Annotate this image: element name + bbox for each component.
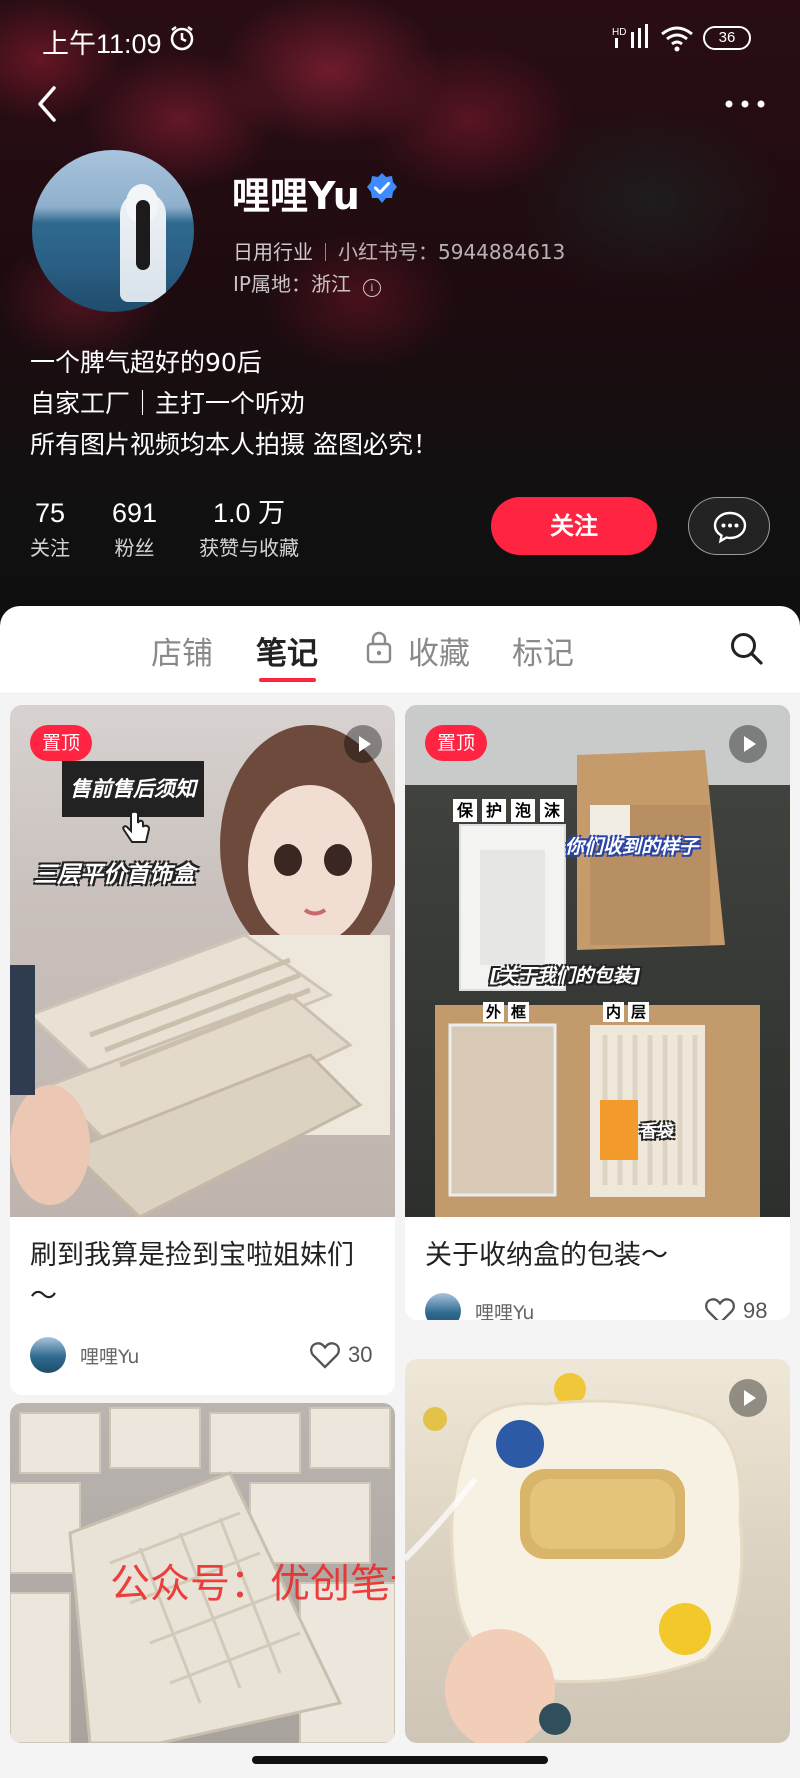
ip-value: 浙江 [310,272,351,296]
status-time: 上午11:09 [42,29,162,59]
more-icon[interactable] [722,92,768,116]
profile-header: 上午11:09 HD 36 哩哩Yu 日用行业 小红书号：5944884613 … [0,0,800,640]
label-char: 保 [453,799,478,822]
hand-cursor-icon [122,811,151,843]
note-cover-image[interactable]: 售前售后须知 三层平价首饰盒 置顶 [10,705,395,1217]
author-name[interactable]: 哩哩Yu [80,1342,139,1369]
back-icon[interactable] [30,82,66,126]
info-icon[interactable]: i [362,279,381,297]
tab-notes[interactable]: 笔记 [256,628,318,673]
stat-number: 1.0 万 [213,498,286,528]
note-card[interactable] [405,1359,790,1743]
note-overlay-text: 内层 [603,1001,650,1022]
note-overlay-text: 保护泡沫 [453,797,565,822]
lock-icon [366,631,392,664]
redbook-id-label: 小红书号： [338,240,438,264]
stat-number: 75 [34,498,66,528]
stats-row: 75 关注 691 粉丝 1.0 万 获赞与收藏 [30,496,341,561]
label-char: 沫 [540,799,565,822]
heart-icon[interactable] [705,1297,735,1320]
stat-number: 691 [112,498,158,528]
note-cover-image[interactable]: 公众号：优创笔记 [10,1403,395,1743]
note-card[interactable]: 公众号：优创笔记 [10,1403,395,1743]
like-count: 98 [743,1298,768,1320]
stat-following[interactable]: 75 关注 [30,496,70,561]
note-overlay-text: 外框 [483,1001,530,1022]
author-name[interactable]: 哩哩Yu [475,1298,534,1320]
note-overlay-text: 售前售后须知 [62,761,204,817]
signal-icon: HD [612,24,648,48]
label-char: 框 [508,1002,530,1022]
stat-followers[interactable]: 691 粉丝 [112,496,157,561]
label-char: 内 [603,1002,625,1022]
search-icon[interactable] [728,630,764,666]
note-overlay-text: [关于我们的包装] [490,965,641,987]
label-char: 外 [483,1002,505,1022]
pinned-badge: 置顶 [425,725,488,761]
label-char: 泡 [511,799,536,822]
tab-collections[interactable]: 收藏 [408,628,470,673]
pinned-badge: 置顶 [30,725,93,761]
note-cover-image[interactable] [405,1359,790,1743]
like-count: 30 [348,1342,373,1367]
follow-button[interactable]: 关注 [491,497,657,555]
note-cover-image[interactable]: 保护泡沫 你们收到的样子 [关于我们的包装] 外框 内层 香袋 置顶 [405,705,790,1217]
status-bar: 上午11:09 HD 36 [0,0,800,76]
tab-shop[interactable]: 店铺 [151,628,213,673]
verified-icon [367,173,397,203]
note-overlay-text: 香袋 [640,1122,674,1142]
note-card[interactable]: 售前售后须知 三层平价首饰盒 置顶 刷到我算是捡到宝啦姐妹们～ 哩哩Yu 30 [10,705,395,1395]
tab-marked[interactable]: 标记 [512,628,574,673]
stat-label: 粉丝 [114,536,155,560]
label-char: 护 [482,799,507,822]
alarm-icon [170,26,194,51]
meta-line: 日用行业 小红书号：5944884613 [233,236,565,265]
redbook-id[interactable]: 5944884613 [438,240,565,264]
profile-tabs: 店铺 笔记 收藏 标记 [0,606,800,694]
heart-icon[interactable] [310,1341,340,1369]
note-overlay-text: 你们收到的样子 [565,836,699,858]
bio-line: 一个脾气超好的90后 [30,348,262,377]
bio: 一个脾气超好的90后 自家工厂｜主打一个听劝 所有图片视频均本人拍摄 盗图必究！ [30,342,438,465]
stat-label: 关注 [30,536,70,560]
ip-label: IP属地： [233,272,311,296]
ip-location: IP属地：浙江 i [233,268,381,297]
battery-icon: 36 [703,26,751,50]
video-play-icon [729,1379,767,1417]
message-button[interactable] [688,497,770,555]
note-title[interactable]: 刷到我算是捡到宝啦姐妹们～ [30,1235,375,1317]
note-card[interactable]: 保护泡沫 你们收到的样子 [关于我们的包装] 外框 内层 香袋 置顶 关于收纳盒… [405,705,790,1320]
video-play-icon [344,725,382,763]
chat-icon [713,511,747,544]
author-avatar[interactable] [425,1293,461,1320]
stat-likes-collects[interactable]: 1.0 万 获赞与收藏 [199,496,299,561]
bio-line: 所有图片视频均本人拍摄 盗图必究！ [30,430,438,459]
nickname: 哩哩Yu [232,174,360,218]
meta-divider [325,243,326,261]
watermark-text: 公众号：优创笔记 [110,1561,395,1607]
note-title[interactable]: 关于收纳盒的包装～ [425,1235,770,1276]
wifi-icon [661,26,693,52]
industry-tag: 日用行业 [233,240,313,264]
home-indicator[interactable] [252,1756,548,1764]
label-char: 层 [628,1002,650,1022]
stat-label: 获赞与收藏 [199,536,300,560]
svg-text:HD: HD [612,27,626,38]
bio-line: 自家工厂｜主打一个听劝 [30,389,306,418]
avatar-hair [136,200,150,270]
author-avatar[interactable] [30,1337,66,1373]
note-overlay-text: 三层平价首饰盒 [34,862,195,888]
avatar[interactable] [32,150,194,312]
video-play-icon [729,725,767,763]
tab-active-indicator [259,678,316,682]
